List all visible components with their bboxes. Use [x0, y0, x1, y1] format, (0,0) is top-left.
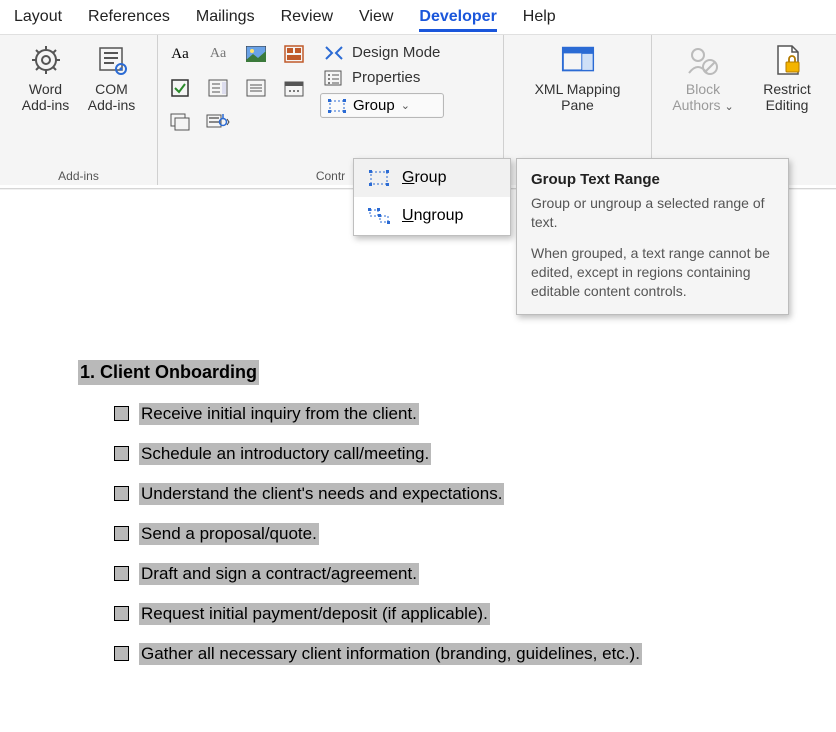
- checkbox-icon[interactable]: [114, 526, 129, 541]
- restrict-label-1: Restrict: [763, 81, 810, 97]
- controls-right-column: Design Mode Properties Group ⌄: [316, 41, 444, 167]
- building-block-content-control-button[interactable]: [280, 41, 308, 67]
- controls-gallery: Aa Aa: [166, 41, 310, 167]
- tooltip: Group Text Range Group or ungroup a sele…: [516, 158, 789, 315]
- legacy-tools-button[interactable]: [204, 109, 232, 135]
- xml-mapping-pane-button[interactable]: XML Mapping Pane: [518, 41, 638, 167]
- list-item: Request initial payment/deposit (if appl…: [139, 603, 490, 625]
- group-dropdown-label: Group: [353, 97, 395, 114]
- properties-icon: [324, 70, 344, 86]
- checkbox-icon[interactable]: [114, 646, 129, 661]
- flyout-group-item[interactable]: Group: [354, 159, 510, 197]
- list-item: Understand the client's needs and expect…: [139, 483, 504, 505]
- ribbon-tabstrip: Layout References Mailings Review View D…: [0, 0, 836, 34]
- com-addins-button[interactable]: COM Add-ins: [82, 41, 142, 167]
- design-mode-button[interactable]: Design Mode: [320, 43, 444, 62]
- word-addins-label-2: Add-ins: [22, 97, 69, 113]
- properties-button[interactable]: Properties: [320, 68, 444, 87]
- tab-mailings[interactable]: Mailings: [196, 6, 255, 32]
- plain-text-content-control-button[interactable]: Aa: [204, 41, 232, 67]
- tooltip-line-1: Group or ungroup a selected range of tex…: [531, 194, 774, 232]
- tooltip-title: Group Text Range: [531, 171, 774, 188]
- chevron-down-icon: ⌄: [401, 99, 410, 112]
- block-authors-icon: [686, 43, 720, 77]
- properties-label: Properties: [352, 69, 420, 86]
- tab-references[interactable]: References: [88, 6, 170, 32]
- dropdown-content-control-button[interactable]: [242, 75, 270, 101]
- group-icon: [368, 170, 390, 186]
- tab-help[interactable]: Help: [523, 6, 556, 32]
- group-icon: [327, 99, 347, 113]
- checkbox-icon[interactable]: [114, 446, 129, 461]
- group-dropdown-button[interactable]: Group ⌄: [320, 93, 444, 118]
- repeating-section-content-control-button[interactable]: [166, 109, 194, 135]
- block-authors-label-1: Block: [686, 81, 720, 97]
- xml-mapping-label-1: XML Mapping: [535, 81, 621, 97]
- group-flyout-menu: Group Ungroup: [353, 158, 511, 236]
- xml-mapping-icon: [561, 43, 595, 77]
- picture-content-control-button[interactable]: [242, 41, 270, 67]
- com-addins-label-2: Add-ins: [88, 97, 135, 113]
- tab-layout[interactable]: Layout: [14, 6, 62, 32]
- ribbon-group-addins: Word Add-ins COM Add-ins Add-ins: [0, 35, 158, 185]
- checkbox-icon[interactable]: [114, 566, 129, 581]
- gear-icon: [29, 43, 63, 77]
- restrict-label-2: Editing: [766, 97, 809, 113]
- chevron-down-icon: ⌄: [724, 101, 733, 113]
- list-item: Send a proposal/quote.: [139, 523, 319, 545]
- ungroup-icon: [368, 208, 390, 224]
- controls-group-label: Contr: [316, 167, 345, 183]
- block-authors-label-2: Authors: [672, 97, 720, 113]
- restrict-editing-icon: [770, 43, 804, 77]
- list-item: Gather all necessary client information …: [139, 643, 642, 665]
- xml-mapping-label-2: Pane: [561, 97, 594, 113]
- addins-group-label: Add-ins: [58, 167, 99, 183]
- list-item: Schedule an introductory call/meeting.: [139, 443, 431, 465]
- tab-review[interactable]: Review: [281, 6, 333, 32]
- word-addins-label-1: Word: [29, 81, 62, 97]
- flyout-ungroup-item[interactable]: Ungroup: [354, 197, 510, 235]
- doc-heading: 1. Client Onboarding: [78, 360, 259, 385]
- flyout-group-label: Group: [402, 169, 446, 187]
- rich-text-content-control-button[interactable]: Aa: [166, 41, 194, 67]
- flyout-ungroup-label: Ungroup: [402, 207, 463, 225]
- checkbox-icon[interactable]: [114, 486, 129, 501]
- date-picker-content-control-button[interactable]: [280, 75, 308, 101]
- tab-developer[interactable]: Developer: [419, 6, 496, 32]
- restrict-editing-button[interactable]: Restrict Editing: [751, 41, 823, 167]
- checkbox-icon[interactable]: [114, 606, 129, 621]
- tab-view[interactable]: View: [359, 6, 393, 32]
- com-addins-icon: [95, 43, 129, 77]
- design-mode-icon: [324, 45, 344, 61]
- list-item: Draft and sign a contract/agreement.: [139, 563, 419, 585]
- combo-box-content-control-button[interactable]: [204, 75, 232, 101]
- word-addins-button[interactable]: Word Add-ins: [16, 41, 76, 167]
- checkbox-content-control-button[interactable]: [166, 75, 194, 101]
- checkbox-icon[interactable]: [114, 406, 129, 421]
- tooltip-line-2: When grouped, a text range cannot be edi…: [531, 244, 774, 301]
- block-authors-button: Block Authors ⌄: [661, 41, 745, 167]
- list-item: Receive initial inquiry from the client.: [139, 403, 419, 425]
- design-mode-label: Design Mode: [352, 44, 440, 61]
- checklist: Receive initial inquiry from the client.…: [78, 403, 836, 665]
- com-addins-label-1: COM: [95, 81, 128, 97]
